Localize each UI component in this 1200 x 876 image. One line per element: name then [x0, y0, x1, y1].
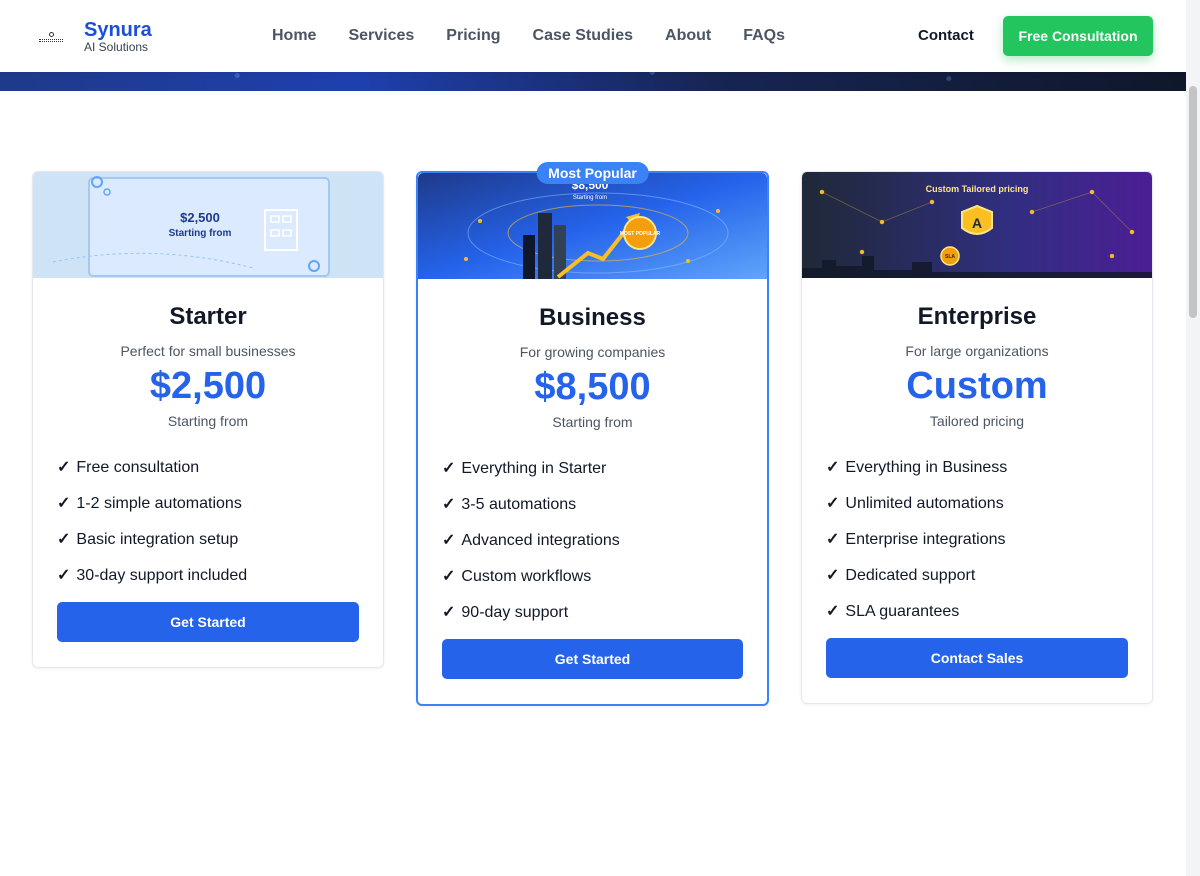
check-icon: ✓ [442, 532, 456, 549]
nav-faqs[interactable]: FAQs [743, 26, 785, 46]
feature-list: ✓ Everything in Starter ✓ 3-5 automations … [442, 459, 743, 623]
plan-name: Business [539, 304, 646, 331]
plan-price: $8,500 [534, 366, 651, 408]
check-icon: ✓ [442, 604, 456, 621]
contact-sales-button[interactable]: Contact Sales [826, 638, 1128, 678]
pricing-card-enterprise: Custom Tailored pricing A SLA Enterprise… [801, 171, 1153, 704]
vertical-scrollbar[interactable] [1186, 0, 1200, 876]
check-icon: ✓ [442, 568, 456, 585]
feature-item: ✓ 1-2 simple automations [57, 495, 242, 512]
contact-link[interactable]: Contact [918, 27, 974, 44]
starter-image-price: $2,500 [180, 210, 220, 225]
logo-icon [38, 29, 64, 45]
feature-item: ✓ Enterprise integrations [826, 531, 1006, 548]
nav-case-studies[interactable]: Case Studies [533, 26, 633, 46]
site-header: Synura AI Solutions Home Services Pricin… [0, 0, 1186, 72]
feature-item: ✓ 90-day support [442, 604, 569, 621]
brand-tagline: AI Solutions [84, 40, 149, 54]
pricing-card-starter: $2,500 Starting from Starter Perfect for… [32, 171, 384, 668]
feature-item: ✓ Custom workflows [442, 568, 592, 585]
nav-home[interactable]: Home [272, 26, 316, 46]
check-icon: ✓ [826, 459, 840, 476]
plan-description: Perfect for small businesses [120, 343, 296, 359]
enterprise-image-shield-letter: A [972, 215, 982, 231]
main-nav: Home Services Pricing Case Studies About… [272, 26, 817, 46]
brand-name: Synura [84, 19, 152, 41]
check-icon: ✓ [442, 460, 456, 477]
business-image-caption: Starting from [573, 195, 607, 201]
plan-price: $2,500 [149, 365, 267, 407]
feature-item: ✓ Basic integration setup [57, 531, 239, 548]
enterprise-image-caption: Custom Tailored pricing [926, 184, 1029, 194]
plan-price-note: Starting from [552, 414, 633, 430]
get-started-button[interactable]: Get Started [57, 602, 359, 642]
feature-item: ✓ Unlimited automations [826, 495, 1004, 512]
plan-description: For growing companies [519, 344, 666, 360]
enterprise-plan-image: Custom Tailored pricing A SLA [802, 172, 1152, 278]
most-popular-badge: Most Popular [536, 162, 649, 184]
check-icon: ✓ [57, 531, 71, 548]
check-icon: ✓ [826, 495, 840, 512]
feature-list: ✓ Free consultation ✓ 1-2 simple automatio… [57, 458, 359, 586]
business-image-seal: MOST POPULAR [620, 231, 661, 237]
feature-item: ✓ Free consultation [57, 459, 200, 476]
check-icon: ✓ [826, 567, 840, 584]
feature-item: ✓ SLA guarantees [826, 603, 960, 620]
check-icon: ✓ [57, 495, 71, 512]
pricing-card-business: Most Popular $8,500 Starting from MOST P… [416, 162, 769, 706]
feature-item: ✓ 30-day support included [57, 567, 248, 584]
feature-item: ✓ Advanced integrations [442, 532, 620, 549]
feature-item: ✓ Dedicated support [826, 567, 976, 584]
nav-services[interactable]: Services [348, 26, 414, 46]
plan-name: Starter [169, 303, 247, 330]
starter-plan-image: $2,500 Starting from [33, 172, 383, 278]
check-icon: ✓ [442, 496, 456, 513]
enterprise-image-seal: SLA [945, 254, 955, 260]
check-icon: ✓ [826, 531, 840, 548]
nav-pricing[interactable]: Pricing [446, 26, 500, 46]
plan-price-note: Tailored pricing [929, 413, 1025, 429]
check-icon: ✓ [57, 459, 71, 476]
feature-item: ✓ Everything in Business [826, 459, 1008, 476]
get-started-button[interactable]: Get Started [442, 639, 743, 679]
brand-logo[interactable]: Synura AI Solutions [38, 20, 152, 54]
plan-price-note: Starting from [167, 413, 249, 429]
feature-list: ✓ Everything in Business ✓ Unlimited autom… [826, 458, 1128, 622]
scrollbar-thumb[interactable] [1189, 86, 1197, 318]
check-icon: ✓ [826, 603, 840, 620]
nav-about[interactable]: About [665, 26, 711, 46]
check-icon: ✓ [57, 567, 71, 584]
business-plan-image: $8,500 Starting from MOST POPULAR [418, 173, 767, 279]
feature-item: ✓ Everything in Starter [442, 460, 607, 477]
free-consultation-button[interactable]: Free Consultation [1003, 16, 1153, 56]
plan-description: For large organizations [905, 343, 1049, 359]
starter-image-caption: Starting from [169, 228, 232, 239]
plan-name: Enterprise [917, 303, 1037, 330]
plan-price: Custom [906, 365, 1048, 407]
page-viewport: Synura AI Solutions Home Services Pricin… [0, 0, 1186, 876]
feature-item: ✓ 3-5 automations [442, 496, 577, 513]
